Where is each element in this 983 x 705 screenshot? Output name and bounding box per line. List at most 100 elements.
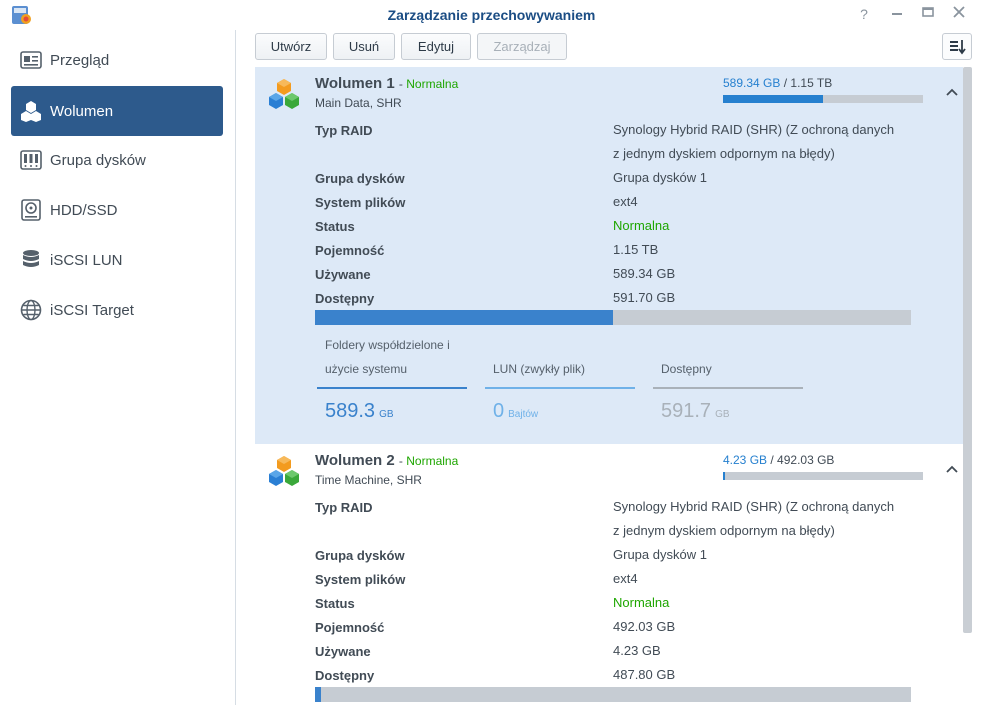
help-button[interactable]: ? [855, 5, 873, 23]
legend-lun-value: 0 Bajtów [493, 400, 538, 423]
status-label: Status [315, 219, 355, 234]
used-label: Używane [315, 644, 371, 659]
legend-available-value: 591.7 GB [661, 400, 730, 423]
capacity-label: Pojemność [315, 243, 385, 258]
usage-mini-fill [723, 95, 823, 103]
cubes-icon [19, 99, 43, 123]
manage-button[interactable]: Zarządzaj [477, 33, 567, 60]
volume-name: Wolumen 2 [315, 452, 395, 469]
volume-list: Wolumen 1 - Normalna Main Data, SHR 589.… [255, 67, 963, 705]
legend-shared-unit: GB [379, 409, 394, 420]
legend-available-line-marker [653, 387, 803, 389]
sidebar-item-label: iSCSI Target [50, 301, 134, 319]
raid-type-line: z jednym dyskiem odpornym na błędy) [613, 523, 835, 538]
volume-name: Wolumen 1 [315, 75, 395, 92]
available-value: 487.80 GB [613, 667, 676, 682]
chevron-up-icon[interactable] [945, 462, 959, 476]
delete-button[interactable]: Usuń [333, 33, 395, 60]
volume-card[interactable]: Wolumen 1 - Normalna Main Data, SHR 589.… [255, 67, 963, 444]
sidebar: Przegląd Wolumen Grupa dysków HDD/SSD iS… [0, 30, 236, 705]
available-label: Dostępny [315, 291, 375, 306]
sidebar-item-label: Grupa dysków [50, 151, 146, 169]
scrollbar[interactable] [963, 67, 972, 633]
minimize-icon [892, 13, 902, 15]
volume-cubes-icon [269, 456, 299, 486]
raid-type-line: z jednym dyskiem odpornym na błędy) [613, 146, 835, 161]
chevron-up-icon[interactable] [945, 85, 959, 99]
volume-card[interactable]: Wolumen 2 - Normalna Time Machine, SHR 4… [255, 444, 963, 705]
raid-type-value: Synology Hybrid RAID (SHR) (Z ochroną da… [613, 118, 923, 166]
usage-bar-fill [315, 310, 613, 325]
usage-bar [315, 687, 911, 702]
window-title: Zarządzanie przechowywaniem [387, 7, 596, 23]
globe-icon [19, 298, 43, 322]
sidebar-item-label: Przegląd [50, 51, 110, 69]
database-icon [19, 248, 43, 272]
sidebar-item-overview[interactable]: Przegląd [11, 35, 223, 85]
usage-summary: 589.34 GB / 1.15 TB [723, 76, 832, 90]
usage-total: 1.15 TB [790, 76, 833, 90]
legend-shared-line-marker [317, 387, 467, 389]
disk-group-label: Grupa dysków [315, 171, 405, 186]
edit-button[interactable]: Edytuj [401, 33, 471, 60]
capacity-label: Pojemność [315, 620, 385, 635]
volume-cubes-icon [269, 79, 299, 109]
raid-type-line: Synology Hybrid RAID (SHR) (Z ochroną da… [613, 122, 895, 137]
filesystem-value: ext4 [613, 571, 638, 586]
toolbar: Utwórz Usuń Edytuj Zarządzaj [238, 30, 983, 66]
minimize-button[interactable] [888, 5, 906, 23]
legend-shared-line: Foldery współdzielone i [325, 338, 450, 352]
legend-shared-number: 589.3 [325, 400, 376, 422]
disk-group-value: Grupa dysków 1 [613, 170, 707, 185]
disk-group-value: Grupa dysków 1 [613, 547, 707, 562]
legend-available-number: 591.7 [661, 400, 712, 422]
maximize-icon [922, 7, 934, 17]
legend-shared-label: Foldery współdzielone i użycie systemu [325, 333, 450, 381]
status-label: Status [315, 596, 355, 611]
sidebar-item-iscsi-target[interactable]: iSCSI Target [11, 285, 223, 335]
volume-status: Normalna [406, 454, 459, 468]
available-value: 591.70 GB [613, 290, 676, 305]
sidebar-item-iscsi-lun[interactable]: iSCSI LUN [11, 235, 223, 285]
used-value: 589.34 GB [613, 266, 676, 281]
sidebar-item-disk-group[interactable]: Grupa dysków [11, 135, 223, 185]
used-value: 4.23 GB [613, 643, 661, 658]
usage-mini-bar [723, 95, 923, 103]
volume-title: Wolumen 1 - Normalna [315, 75, 458, 92]
overview-card-icon [19, 48, 43, 72]
usage-summary: 4.23 GB / 492.03 GB [723, 453, 834, 467]
sort-button[interactable] [942, 33, 972, 60]
filesystem-label: System plików [315, 572, 406, 587]
filesystem-value: ext4 [613, 194, 638, 209]
volume-title: Wolumen 2 - Normalna [315, 452, 458, 469]
hdd-icon [19, 198, 43, 222]
legend-lun-unit: Bajtów [508, 409, 539, 420]
volume-subtitle: Main Data, SHR [315, 96, 402, 110]
sidebar-item-volume[interactable]: Wolumen [11, 86, 223, 136]
sort-icon [950, 40, 966, 55]
usage-total: 492.03 GB [777, 453, 835, 467]
raid-type-line: Synology Hybrid RAID (SHR) (Z ochroną da… [613, 499, 895, 514]
legend-shared-line: użycie systemu [325, 362, 408, 376]
title-bar: Zarządzanie przechowywaniem ? [0, 0, 983, 30]
create-button[interactable]: Utwórz [255, 33, 327, 60]
legend-available-unit: GB [715, 409, 730, 420]
capacity-value: 1.15 TB [613, 242, 659, 257]
raid-type-label: Typ RAID [315, 123, 373, 138]
legend-available-label: Dostępny [661, 362, 712, 376]
close-button[interactable] [950, 5, 968, 23]
sidebar-item-label: iSCSI LUN [50, 251, 123, 269]
status-value: Normalna [613, 218, 670, 233]
capacity-value: 492.03 GB [613, 619, 676, 634]
sidebar-item-hdd-ssd[interactable]: HDD/SSD [11, 185, 223, 235]
status-value: Normalna [613, 595, 670, 610]
usage-used: 4.23 GB [723, 453, 768, 467]
used-label: Używane [315, 267, 371, 282]
usage-mini-bar [723, 472, 923, 480]
legend-shared-value: 589.3 GB [325, 400, 394, 423]
raid-type-label: Typ RAID [315, 500, 373, 515]
disk-group-label: Grupa dysków [315, 548, 405, 563]
maximize-button[interactable] [919, 5, 937, 23]
legend-lun-label: LUN (zwykły plik) [493, 362, 586, 376]
volume-subtitle: Time Machine, SHR [315, 473, 422, 487]
